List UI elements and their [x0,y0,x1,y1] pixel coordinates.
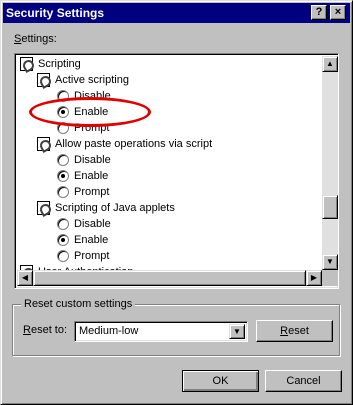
option-label: Enable [74,170,109,182]
radio-unselected-icon[interactable] [57,250,69,262]
scripting-icon [20,57,33,71]
reset-button[interactable]: Reset [256,320,333,342]
tree-option-prompt[interactable]: Prompt [17,248,322,264]
help-button[interactable]: ? [311,5,327,20]
setting-icon [37,73,50,87]
tree-setting[interactable]: Allow paste operations via script [17,136,322,152]
setting-label: Active scripting [55,74,129,86]
setting-label: Allow paste operations via script [55,138,213,150]
setting-icon [37,201,50,215]
cancel-button[interactable]: Cancel [265,370,342,392]
scrollbar-corner [322,270,338,286]
vertical-scrollbar[interactable]: ▲ ▼ [322,56,338,270]
reset-level-value: Medium-low [79,325,139,337]
radio-selected-icon[interactable] [57,234,69,246]
scroll-down-icon: ▼ [326,257,334,266]
option-label: Prompt [74,186,110,198]
settings-tree[interactable]: Scripting Active scripting Disable Enable Pr… [14,53,339,289]
tree-option-disable[interactable]: Disable [17,152,322,168]
vertical-scroll-thumb[interactable] [322,195,338,219]
radio-unselected-icon[interactable] [57,186,69,198]
option-label: Disable [74,218,111,230]
radio-unselected-icon[interactable] [57,154,69,166]
close-icon: × [334,6,342,18]
horizontal-scrollbar[interactable]: ◀ ▶ [17,270,322,286]
option-label: Disable [74,154,111,166]
option-label: Prompt [74,250,110,262]
tree-option-enable[interactable]: Enable [17,168,322,184]
tree-option-enable[interactable]: Enable [17,232,322,248]
tree-setting[interactable]: Active scripting [17,72,322,88]
scroll-up-button[interactable]: ▲ [322,56,338,72]
tree-setting[interactable]: Scripting of Java applets [17,200,322,216]
settings-label: Settings: [14,33,57,45]
tree-option-prompt[interactable]: Prompt [17,184,322,200]
scroll-down-button[interactable]: ▼ [322,254,338,270]
chevron-down-icon: ▼ [233,327,241,336]
title-bar[interactable]: Security Settings ? × [3,3,350,23]
setting-label: Scripting of Java applets [55,202,175,214]
scroll-right-icon: ▶ [310,273,318,282]
close-button[interactable]: × [330,5,346,20]
setting-icon [37,137,50,151]
tree-category[interactable]: Scripting [17,56,322,72]
reset-to-label: Reset to: [23,324,68,336]
red-highlight-ellipse [29,97,151,127]
help-icon: ? [315,6,323,18]
dropdown-button[interactable]: ▼ [229,324,245,339]
security-settings-dialog: Security Settings ? × Settings: Scriptin… [0,0,353,405]
reset-level-dropdown[interactable]: Medium-low ▼ [74,321,248,342]
scroll-up-icon: ▲ [326,59,334,68]
radio-selected-icon[interactable] [57,170,69,182]
dialog-title: Security Settings [6,6,105,20]
scroll-left-button[interactable]: ◀ [17,270,33,286]
radio-unselected-icon[interactable] [57,218,69,230]
horizontal-scroll-thumb[interactable] [33,270,306,286]
reset-group-title: Reset custom settings [21,298,136,310]
tree-option-disable[interactable]: Disable [17,216,322,232]
scroll-right-button[interactable]: ▶ [306,270,322,286]
ok-button[interactable]: OK [182,370,259,392]
settings-tree-items: Scripting Active scripting Disable Enable Pr… [17,56,322,270]
category-label: Scripting [38,58,81,70]
scroll-left-icon: ◀ [21,273,29,282]
option-label: Enable [74,234,109,246]
